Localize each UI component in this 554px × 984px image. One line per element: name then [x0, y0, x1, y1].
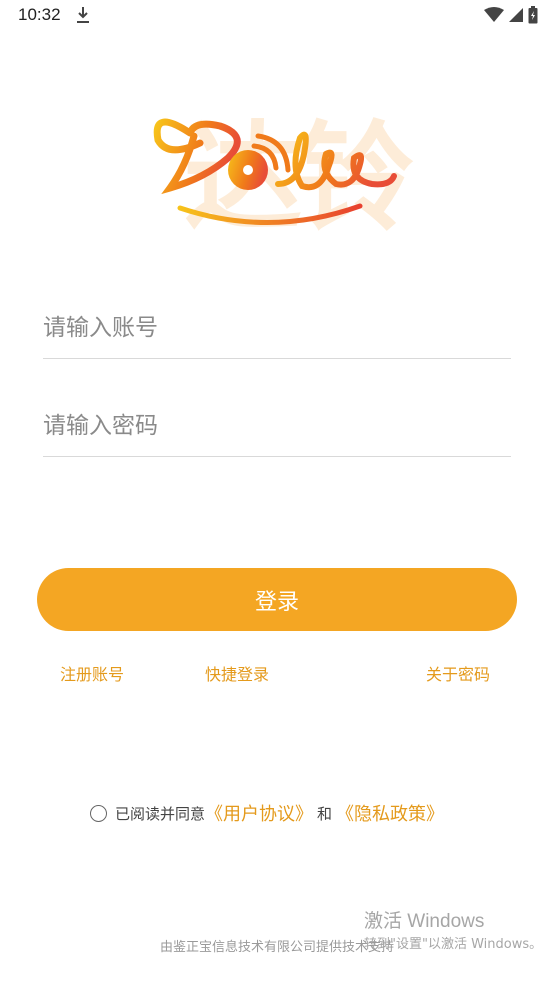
wifi-icon: [484, 7, 504, 22]
account-field[interactable]: [43, 298, 511, 359]
agreement-prefix: 已阅读并同意: [115, 804, 206, 823]
account-input[interactable]: [43, 298, 511, 358]
status-icons: [484, 6, 538, 24]
quick-login-link[interactable]: 快捷登录: [205, 661, 269, 685]
windows-watermark-title: 激活 Windows: [364, 911, 485, 932]
password-input[interactable]: [43, 396, 511, 456]
app-logo: 达铃: [150, 88, 414, 247]
about-password-link[interactable]: 关于密码: [426, 661, 490, 685]
signal-icon: [509, 8, 523, 22]
agreement-and: 和: [317, 804, 333, 823]
login-button[interactable]: 登录: [37, 568, 517, 631]
status-time: 10:32: [18, 5, 61, 24]
privacy-policy-link[interactable]: 《隐私政策》: [336, 800, 444, 826]
user-agreement-link[interactable]: 《用户协议》: [205, 800, 313, 826]
status-bar: 10:32: [0, 0, 554, 32]
windows-watermark-subtitle: 转到"设置"以激活 Windows。: [364, 937, 543, 952]
agreement-radio[interactable]: [90, 804, 107, 822]
logo-script-icon: [153, 118, 397, 225]
agreement-row: 已阅读并同意 《用户协议》 和 《隐私政策》: [90, 800, 444, 826]
password-field[interactable]: [43, 396, 511, 457]
register-link[interactable]: 注册账号: [60, 661, 124, 685]
battery-icon: [528, 6, 538, 24]
download-icon: [77, 7, 89, 23]
